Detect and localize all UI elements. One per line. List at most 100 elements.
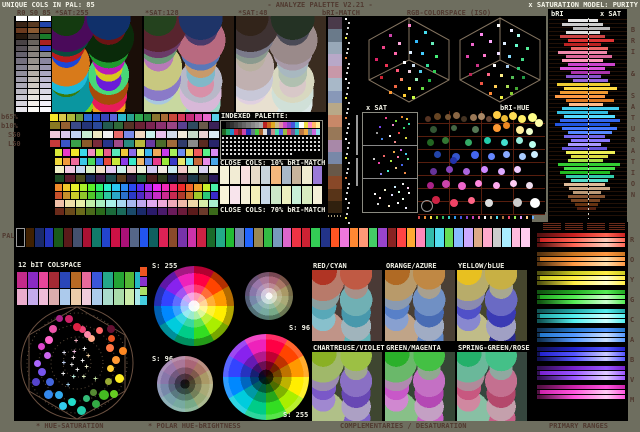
scatter-dot — [515, 125, 524, 134]
strip-label-s50: S50 — [8, 131, 21, 139]
comp-panel-yellow-blue — [457, 270, 527, 341]
color-cell — [328, 78, 342, 91]
color-cell — [169, 158, 178, 165]
scatter-dot — [526, 128, 534, 136]
color-cell — [194, 158, 202, 165]
empty-slot-dot — [314, 141, 316, 143]
footer-hue-saturation: * HUE-SATURATION — [36, 422, 104, 430]
scrollbar-left[interactable] — [356, 115, 358, 155]
wheel-dot — [107, 335, 115, 343]
wheel-dot — [43, 351, 51, 359]
empty-slot-dot — [258, 153, 260, 155]
color-cell — [177, 140, 188, 147]
range-strip — [537, 395, 625, 399]
range-group — [537, 328, 625, 342]
wheel-dot — [114, 373, 124, 383]
color-cell — [126, 114, 134, 121]
scatter-dot — [414, 77, 418, 81]
color-cell — [112, 192, 120, 199]
color-cell — [40, 40, 51, 46]
color-cell — [28, 22, 39, 28]
color-cell — [71, 184, 79, 191]
empty-slot-dot — [286, 141, 288, 143]
color-cell — [116, 208, 126, 215]
empty-slot-dot — [226, 145, 228, 147]
color-cell — [104, 158, 112, 165]
scatter-dot — [480, 32, 484, 36]
scatter-dot — [486, 116, 493, 123]
empty-slot-dot — [266, 149, 268, 151]
scatter-dot — [450, 124, 457, 131]
range-strip — [537, 238, 625, 242]
color-cell — [79, 149, 87, 156]
wheel-dot — [96, 327, 103, 335]
color-cell — [79, 192, 87, 199]
scatter-dot — [433, 151, 441, 159]
scatter-dot — [471, 126, 479, 134]
color-cell — [188, 140, 198, 147]
scatter-dot — [394, 140, 397, 143]
range-group — [537, 252, 625, 266]
scatter-dot — [406, 118, 409, 121]
color-cell — [194, 114, 202, 121]
range-letter: R — [630, 236, 635, 244]
color-cell — [65, 166, 75, 173]
scatter-dot — [531, 151, 539, 159]
dotted-divider — [328, 215, 342, 217]
color-cell — [463, 228, 473, 247]
indexed-row-2 — [222, 129, 320, 135]
color-cell — [35, 228, 44, 247]
color-cell — [65, 200, 75, 207]
color-cell — [186, 192, 194, 199]
wheel-dot — [54, 390, 63, 399]
range-letter: C — [630, 316, 635, 324]
color-cell — [128, 192, 137, 199]
color-cell — [71, 131, 81, 138]
color-cell — [120, 158, 128, 165]
empty-slot-dot — [222, 149, 224, 151]
match-dot — [346, 192, 348, 194]
color-cell — [104, 149, 112, 156]
range-strip — [537, 309, 625, 313]
color-cell — [328, 127, 342, 140]
color-cell — [16, 228, 25, 247]
scrollbar-left-lower[interactable] — [356, 158, 358, 186]
color-cell — [81, 140, 92, 147]
scatter-dot — [380, 173, 383, 176]
color-cell — [178, 192, 186, 199]
empty-slot-dot — [278, 141, 280, 143]
color-cell — [16, 94, 27, 100]
match-dot — [347, 207, 349, 209]
empty-slot-dot — [254, 137, 256, 139]
color-cell — [328, 102, 342, 115]
color-cell — [70, 272, 81, 288]
scatter-dot — [418, 70, 422, 74]
color-cell — [158, 228, 168, 247]
match-dot — [348, 22, 350, 24]
match-dot — [346, 52, 348, 54]
scatter-dot — [493, 84, 497, 88]
rgb-cube-scatter-1 — [363, 16, 455, 106]
empty-slot-dot — [246, 149, 248, 151]
color-cell — [137, 184, 145, 191]
color-cell — [230, 166, 240, 184]
empty-slot-dot — [250, 145, 252, 147]
color-cell — [511, 228, 521, 247]
scatter-dot — [379, 75, 383, 79]
color-cell — [140, 267, 147, 276]
color-cell — [16, 28, 27, 34]
range-letter: M — [630, 396, 635, 404]
strip-row-6 — [55, 158, 219, 165]
color-cell — [145, 192, 153, 199]
color-cell — [263, 228, 273, 247]
scatter-dot — [394, 185, 397, 188]
color-cell — [44, 228, 54, 247]
empty-slot-dot — [258, 137, 260, 139]
color-cell — [161, 192, 169, 199]
color-cell — [149, 228, 158, 247]
scatter-dot — [492, 111, 501, 120]
range-strip — [537, 347, 625, 351]
wheel-dot — [45, 378, 54, 387]
wheel-dot — [82, 394, 90, 402]
color-cell — [156, 122, 166, 129]
